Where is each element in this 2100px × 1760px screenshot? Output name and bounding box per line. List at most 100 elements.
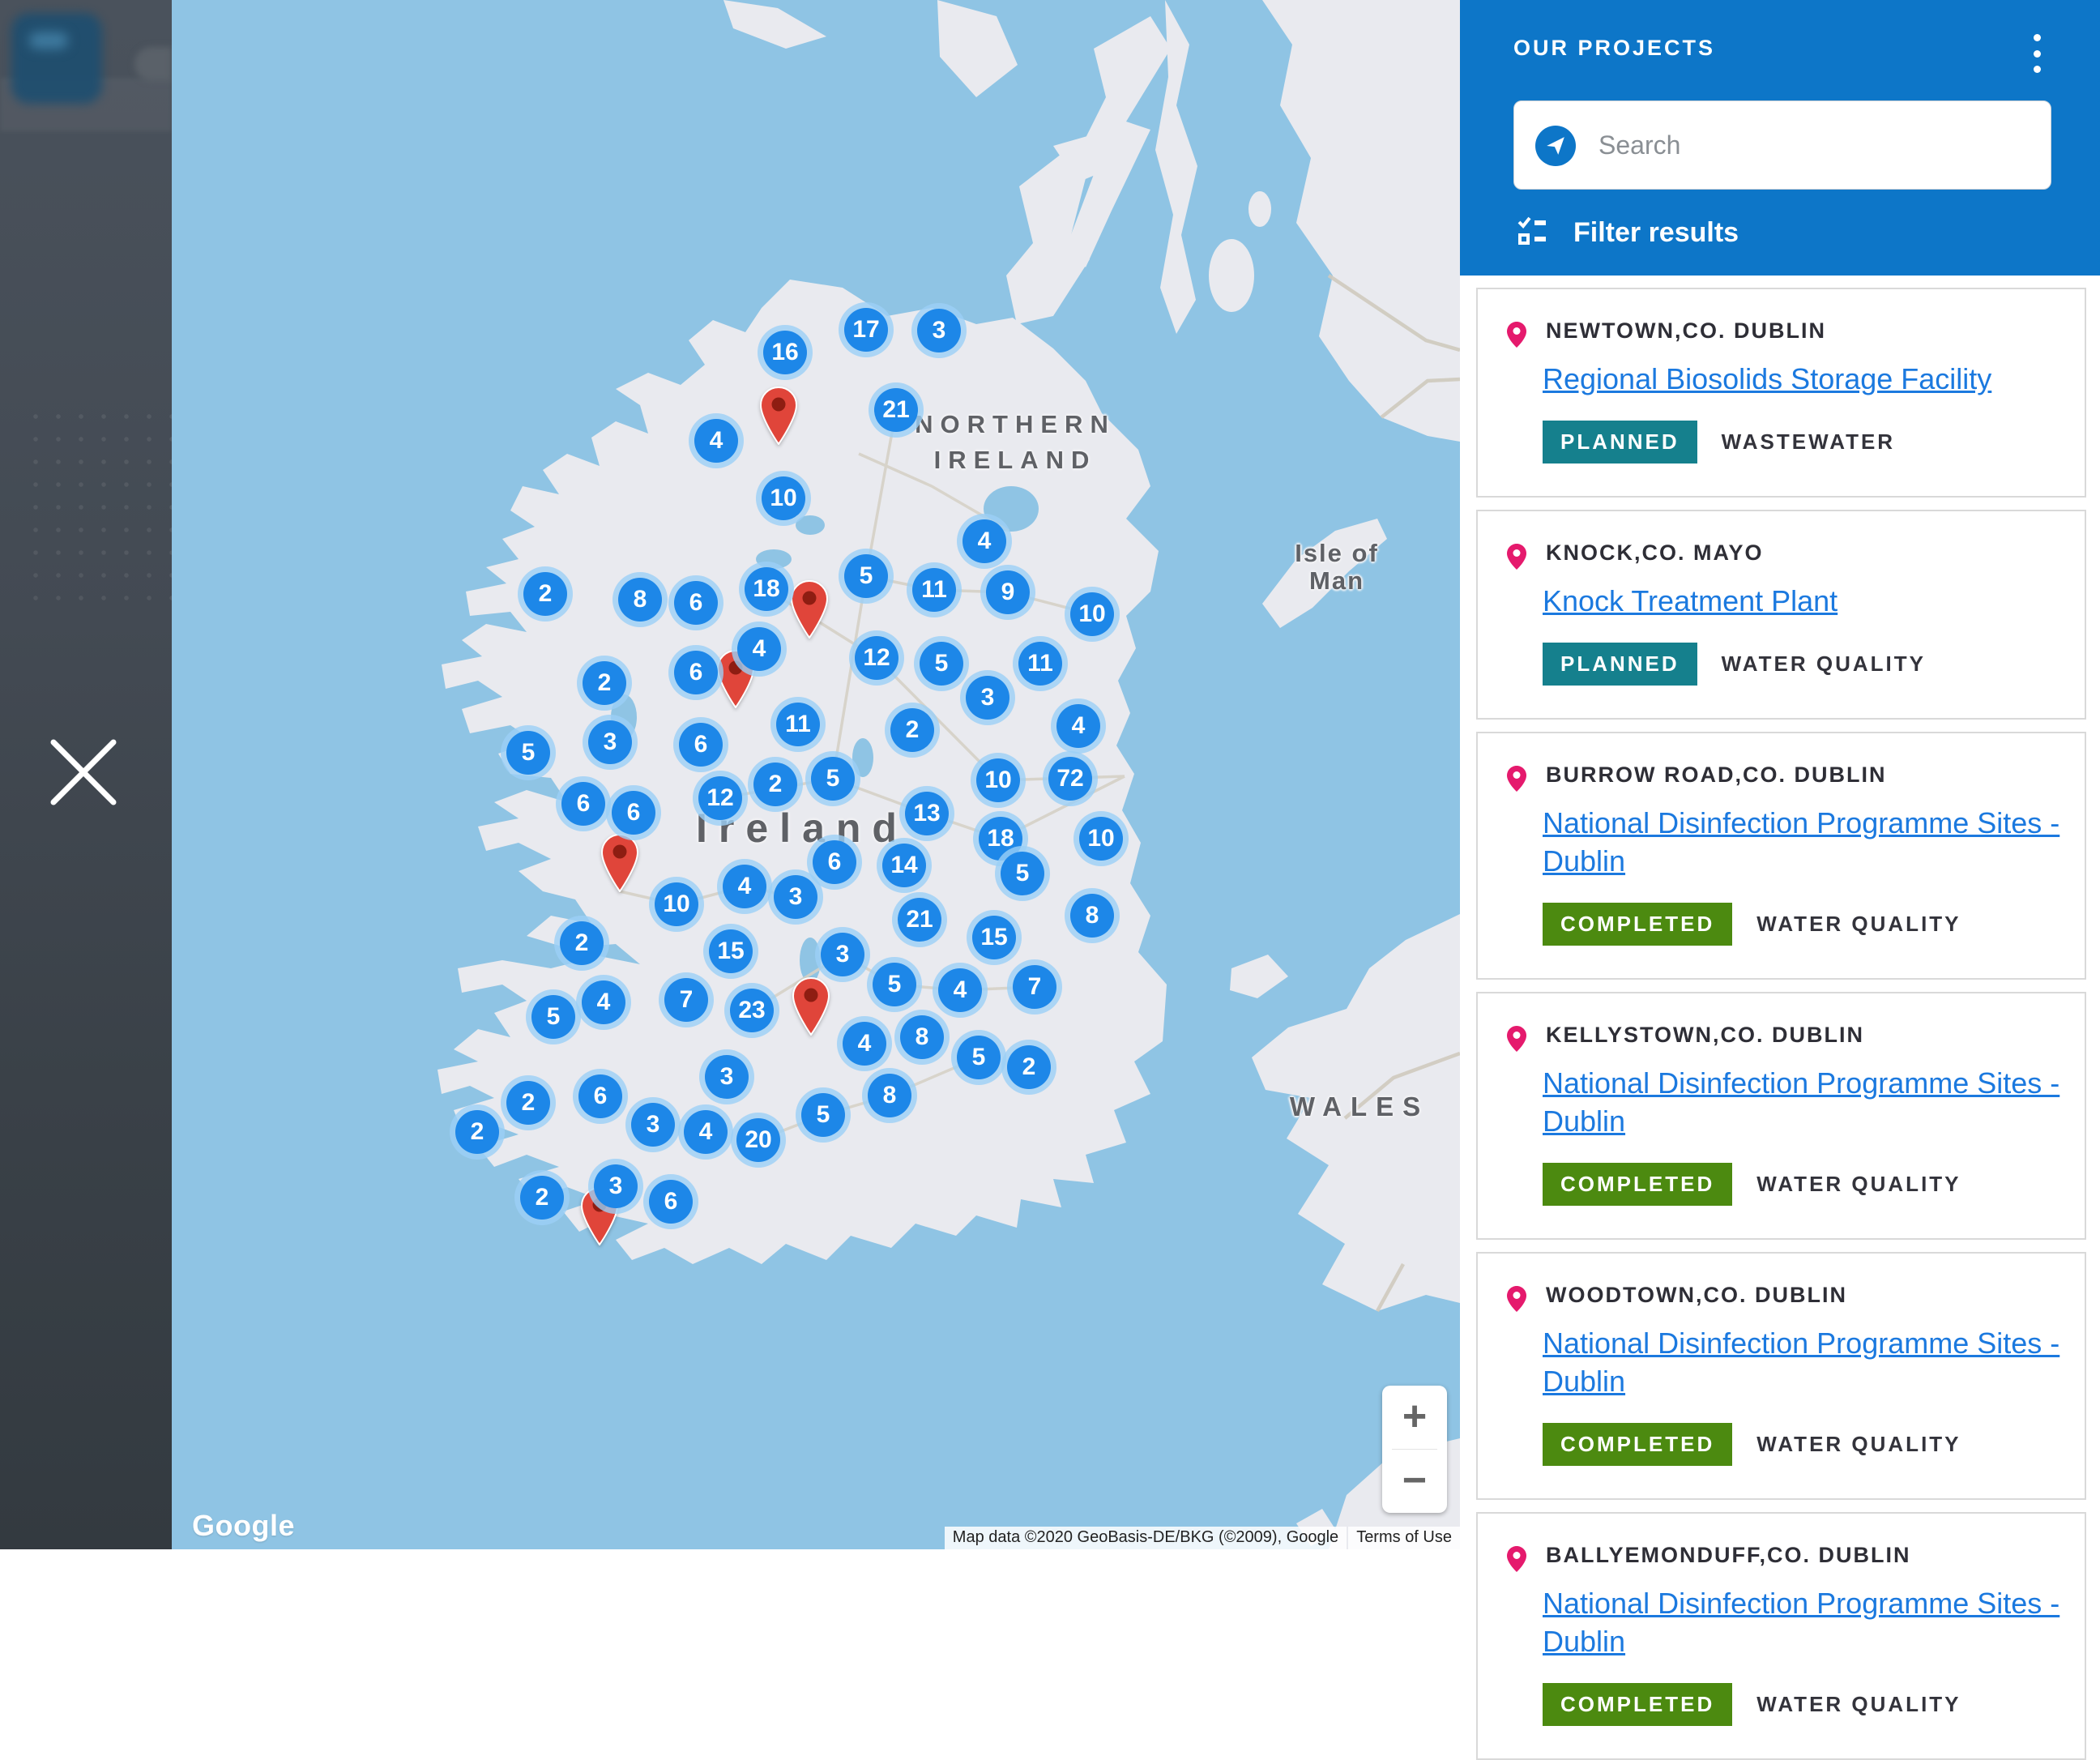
map-cluster-marker[interactable]: 17 [844, 308, 888, 352]
project-card[interactable]: BURROW ROAD,CO. DUBLIN National Disinfec… [1476, 732, 2086, 980]
project-card[interactable]: NEWTOWN,CO. DUBLIN Regional Biosolids St… [1476, 288, 2086, 498]
map-cluster-marker[interactable]: 4 [737, 627, 781, 671]
map-cluster-marker[interactable]: 6 [813, 840, 856, 884]
map-cluster-marker[interactable]: 6 [674, 581, 718, 625]
map-cluster-marker[interactable]: 4 [938, 968, 982, 1012]
map-cluster-marker[interactable]: 4 [684, 1110, 728, 1154]
map-cluster-marker[interactable]: 5 [844, 554, 888, 598]
map-cluster-marker[interactable]: 9 [986, 570, 1030, 614]
map-cluster-marker[interactable]: 5 [920, 642, 963, 686]
map-cluster-marker[interactable]: 10 [1079, 817, 1123, 861]
project-name-link[interactable]: Knock Treatment Plant [1543, 582, 2062, 620]
terms-of-use-link[interactable]: Terms of Use [1348, 1527, 1460, 1549]
map-cluster-marker[interactable]: 20 [736, 1118, 780, 1162]
map-cluster-marker[interactable]: 4 [694, 419, 738, 463]
project-name-link[interactable]: Regional Biosolids Storage Facility [1543, 360, 2062, 398]
google-logo[interactable]: Google [192, 1509, 295, 1543]
map-cluster-marker[interactable]: 10 [762, 476, 805, 520]
zoom-in-button[interactable]: + [1382, 1386, 1447, 1449]
map-cluster-marker[interactable]: 3 [594, 1164, 638, 1208]
project-card[interactable]: KNOCK,CO. MAYO Knock Treatment Plant PLA… [1476, 510, 2086, 720]
map-cluster-marker[interactable]: 5 [957, 1036, 1001, 1079]
map-cluster-marker[interactable]: 2 [455, 1110, 499, 1154]
map-cluster-marker[interactable]: 4 [962, 519, 1006, 563]
map-cluster-marker[interactable]: 12 [698, 776, 742, 820]
map-cluster-marker[interactable]: 23 [730, 989, 774, 1032]
map-cluster-marker[interactable]: 4 [582, 980, 625, 1024]
map-cluster-marker[interactable]: 8 [618, 578, 662, 622]
map-cluster-marker[interactable]: 72 [1048, 757, 1092, 801]
map-cluster-marker[interactable]: 3 [917, 309, 961, 352]
project-name-link[interactable]: National Disinfection Programme Sites - … [1543, 1584, 2062, 1660]
map-cluster-marker[interactable]: 15 [709, 929, 753, 973]
map-cluster-marker[interactable]: 11 [912, 568, 956, 612]
map-cluster-marker[interactable]: 7 [664, 978, 708, 1022]
map-cluster-marker[interactable]: 2 [520, 1176, 564, 1220]
map-cluster-marker[interactable]: 4 [1056, 704, 1100, 748]
map-cluster-marker[interactable]: 6 [561, 782, 605, 826]
map-cluster-marker[interactable]: 2 [753, 763, 797, 806]
location-pin-icon [1507, 766, 1526, 796]
filter-results-button[interactable]: Filter results [1517, 216, 1739, 250]
map-cluster-marker[interactable]: 6 [679, 723, 723, 767]
map-cluster-marker[interactable]: 6 [612, 791, 655, 835]
map-cluster-marker[interactable]: 11 [776, 703, 820, 746]
close-icon[interactable] [47, 736, 120, 809]
map-cluster-marker[interactable]: 6 [674, 651, 718, 694]
map-cluster-marker[interactable]: 21 [898, 898, 941, 942]
map-cluster-marker[interactable]: 3 [821, 933, 864, 976]
map-cluster-marker[interactable]: 6 [578, 1074, 622, 1118]
map-cluster-marker[interactable]: 14 [882, 844, 926, 887]
map-cluster-marker[interactable]: 10 [655, 882, 698, 926]
project-card[interactable]: WOODTOWN,CO. DUBLIN National Disinfectio… [1476, 1252, 2086, 1500]
map-cluster-marker[interactable]: 8 [900, 1015, 944, 1059]
kebab-menu-icon[interactable] [2021, 31, 2053, 76]
map-cluster-marker[interactable]: 8 [1070, 894, 1114, 938]
map-cluster-marker[interactable]: 2 [506, 1081, 550, 1125]
map-cluster-marker[interactable]: 5 [801, 1093, 845, 1137]
map-pin-marker[interactable] [791, 580, 828, 639]
search-input[interactable] [1598, 101, 2036, 189]
map-cluster-marker[interactable]: 5 [506, 731, 550, 775]
map-cluster-marker[interactable]: 15 [972, 916, 1016, 959]
map-cluster-marker[interactable]: 3 [588, 720, 632, 764]
map-cluster-marker[interactable]: 13 [905, 792, 949, 835]
map-pin-marker[interactable] [792, 977, 830, 1036]
map-cluster-marker[interactable]: 4 [723, 865, 766, 908]
project-name-link[interactable]: National Disinfection Programme Sites - … [1543, 804, 2062, 880]
map-cluster-marker[interactable]: 2 [890, 708, 934, 752]
map-cluster-marker[interactable]: 2 [560, 921, 604, 965]
project-name-link[interactable]: National Disinfection Programme Sites - … [1543, 1324, 2062, 1400]
map-cluster-marker[interactable]: 3 [631, 1103, 675, 1147]
zoom-out-button[interactable]: − [1382, 1450, 1447, 1513]
project-card[interactable]: KELLYSTOWN,CO. DUBLIN National Disinfect… [1476, 992, 2086, 1240]
map-cluster-marker[interactable]: 10 [1070, 592, 1114, 636]
map-cluster-marker[interactable]: 10 [976, 758, 1020, 802]
map-cluster-marker[interactable]: 7 [1013, 965, 1056, 1009]
map-cluster-marker[interactable]: 21 [874, 388, 918, 432]
map-canvas[interactable]: NORTHERN IRELAND Ireland Isle of Man WAL… [172, 0, 1460, 1549]
map-pin-marker[interactable] [601, 834, 638, 892]
map-cluster-marker[interactable]: 5 [873, 963, 916, 1006]
map-cluster-marker[interactable]: 16 [763, 331, 807, 374]
map-cluster-marker[interactable]: 3 [705, 1055, 749, 1099]
map-cluster-marker[interactable]: 2 [1007, 1045, 1051, 1089]
map-cluster-marker[interactable]: 5 [1001, 852, 1044, 895]
map-cluster-marker[interactable]: 18 [745, 567, 788, 611]
map-cluster-marker[interactable]: 4 [843, 1022, 886, 1066]
map-cluster-marker[interactable]: 11 [1018, 642, 1062, 686]
map-cluster-marker[interactable]: 2 [583, 661, 626, 705]
project-name-link[interactable]: National Disinfection Programme Sites - … [1543, 1064, 2062, 1140]
map-cluster-marker[interactable]: 3 [966, 676, 1009, 720]
map-cluster-marker[interactable]: 12 [855, 636, 898, 680]
search-box[interactable] [1513, 100, 2051, 190]
map-cluster-marker[interactable]: 2 [523, 572, 567, 616]
map-cluster-marker[interactable]: 5 [531, 995, 575, 1039]
map-cluster-marker[interactable]: 8 [868, 1074, 911, 1117]
status-badge: PLANNED [1543, 421, 1697, 463]
map-pin-marker[interactable] [760, 387, 797, 445]
map-cluster-marker[interactable]: 5 [811, 757, 855, 801]
map-cluster-marker[interactable]: 6 [649, 1180, 693, 1224]
map-cluster-marker[interactable]: 3 [774, 875, 817, 919]
category-label: WATER QUALITY [1756, 1692, 1961, 1717]
